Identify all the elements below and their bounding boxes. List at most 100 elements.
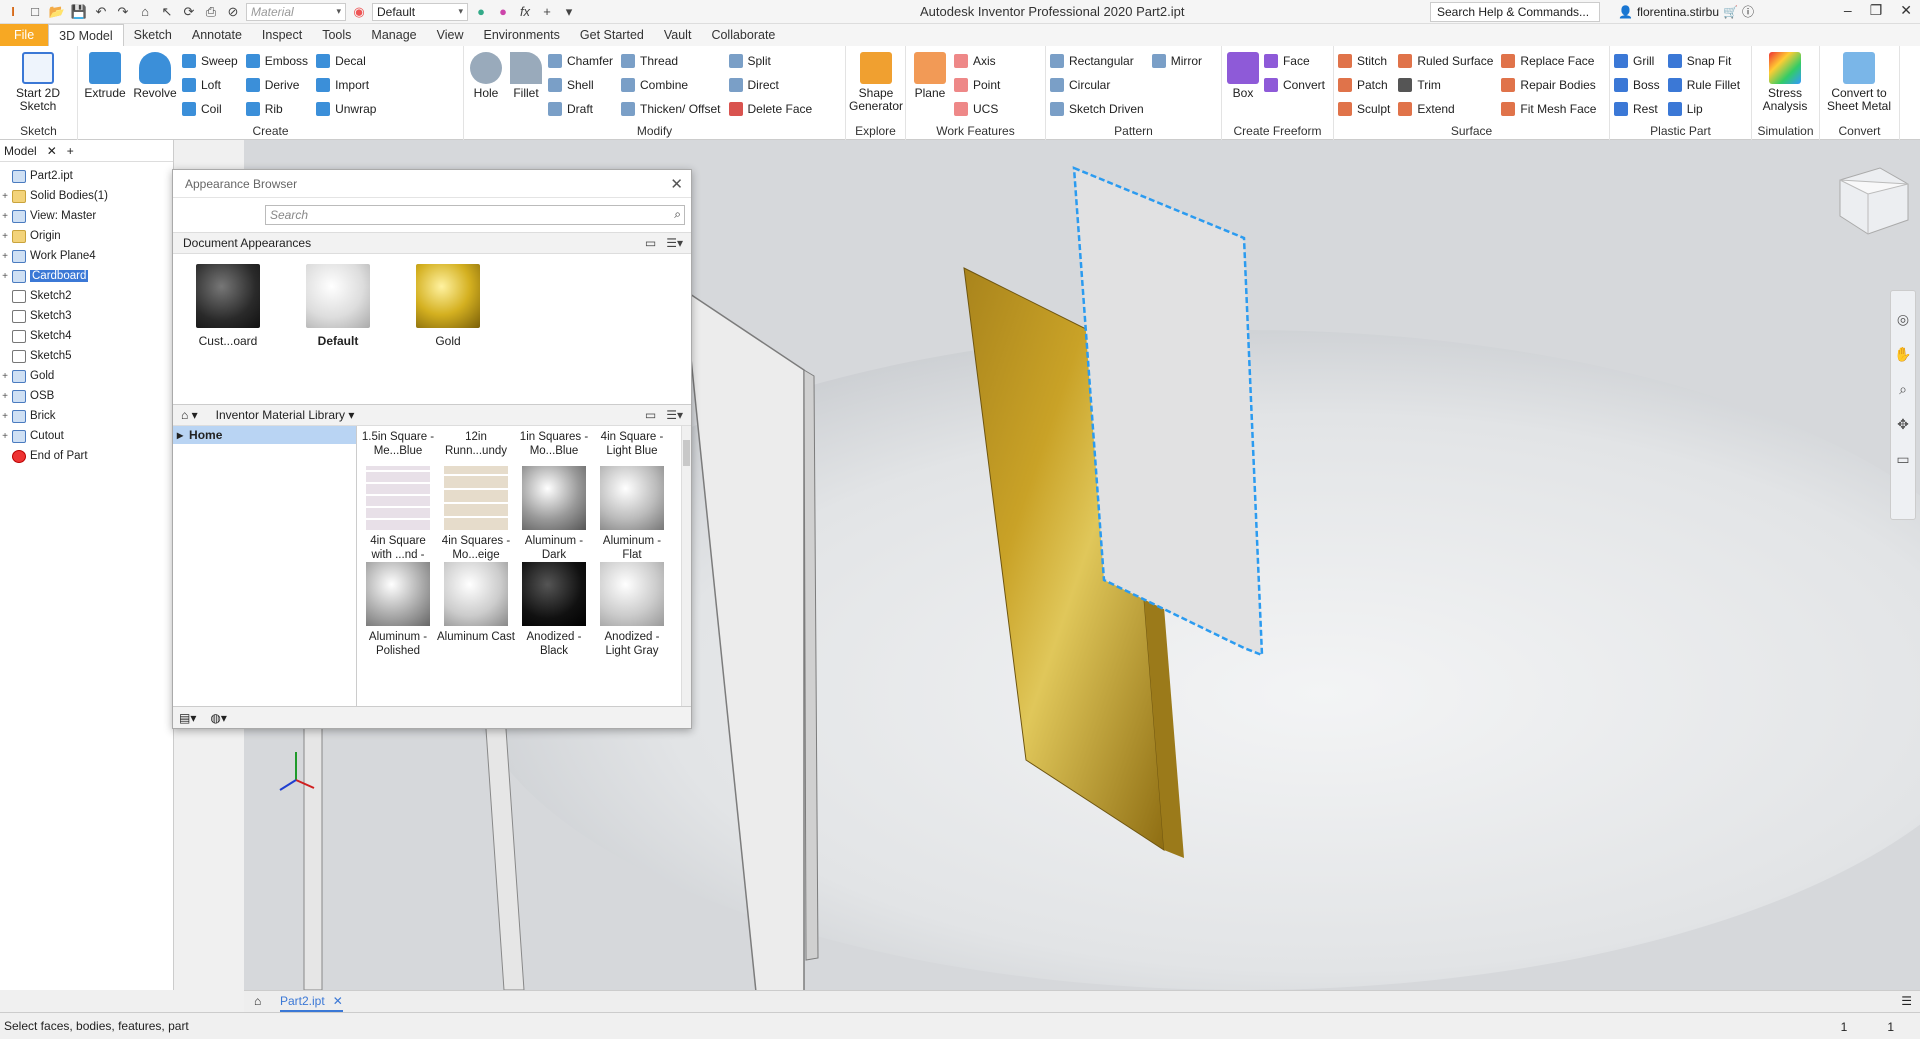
tree-node[interactable]: Sketch4 xyxy=(0,326,173,346)
sweep-button[interactable]: Sweep xyxy=(182,50,242,72)
home-icon[interactable]: ⌂ xyxy=(136,3,154,21)
split-button[interactable]: Split xyxy=(728,50,817,72)
tab-3d-model[interactable]: 3D Model xyxy=(48,24,124,46)
redo-icon[interactable]: ↷ xyxy=(114,3,132,21)
repair-bodies-button[interactable]: Repair Bodies xyxy=(1501,74,1600,96)
library-appearance-item[interactable]: 4in Square - Light Blue xyxy=(593,430,671,458)
fit-mesh-face-button[interactable]: Fit Mesh Face xyxy=(1501,98,1600,120)
adjust-icon[interactable]: ⊘ xyxy=(224,3,242,21)
library-home-node[interactable]: ▸ Home xyxy=(173,426,356,444)
close-icon[interactable]: ✕ xyxy=(47,144,57,158)
search-help-input[interactable]: Search Help & Commands... xyxy=(1430,2,1600,22)
coil-button[interactable]: Coil xyxy=(182,98,242,120)
restore-icon[interactable]: ❐ xyxy=(1870,2,1883,19)
replace-face-button[interactable]: Replace Face xyxy=(1501,50,1600,72)
expand-icon[interactable]: + xyxy=(0,211,10,222)
library-selector[interactable]: Inventor Material Library ▾ xyxy=(216,408,355,422)
view-toggle-icon[interactable]: ▭ xyxy=(645,236,656,250)
shell-button[interactable]: Shell xyxy=(548,74,617,96)
tab-tools[interactable]: Tools xyxy=(312,24,361,46)
tab-environments[interactable]: Environments xyxy=(473,24,569,46)
tab-collaborate[interactable]: Collaborate xyxy=(701,24,785,46)
document-tab[interactable]: Part2.ipt ✕ xyxy=(280,992,343,1012)
tab-vault[interactable]: Vault xyxy=(654,24,702,46)
expand-icon[interactable]: + xyxy=(0,271,10,282)
snap-fit-button[interactable]: Snap Fit xyxy=(1667,50,1744,72)
tab-file[interactable]: File xyxy=(0,24,49,46)
chamfer-button[interactable]: Chamfer xyxy=(548,50,617,72)
doc-appearance-gold[interactable]: Gold xyxy=(403,264,493,348)
point-button[interactable]: Point xyxy=(954,74,1004,96)
help-icon[interactable]: ⓘ xyxy=(1742,3,1754,20)
library-appearance-item[interactable]: 1in Squares - Mo...Blue xyxy=(515,430,593,458)
tree-node[interactable]: Sketch5 xyxy=(0,346,173,366)
tree-node[interactable]: + Brick xyxy=(0,406,173,426)
decal-button[interactable]: Decal xyxy=(316,50,380,72)
appearance-icon[interactable]: ◉ xyxy=(350,3,368,21)
library-scrollbar[interactable] xyxy=(681,426,691,706)
emboss-button[interactable]: Emboss xyxy=(245,50,312,72)
expand-icon[interactable]: + xyxy=(0,251,10,262)
tree-node[interactable]: + View: Master xyxy=(0,206,173,226)
library-appearance-item[interactable]: 1.5in Square - Me...Blue xyxy=(359,430,437,458)
close-icon[interactable]: ✕ xyxy=(333,994,343,1008)
stitch-button[interactable]: Stitch xyxy=(1338,50,1394,72)
minimize-icon[interactable]: – xyxy=(1844,2,1852,19)
library-appearance-item[interactable]: Aluminum - Polished xyxy=(359,562,437,658)
rule-fillet-button[interactable]: Rule Fillet xyxy=(1667,74,1744,96)
open-icon[interactable]: 📂 xyxy=(48,3,66,21)
appearance-search-input[interactable]: Search ⌕ xyxy=(265,205,685,225)
fx-icon[interactable]: fx xyxy=(516,3,534,21)
expand-icon[interactable]: + xyxy=(0,431,10,442)
close-icon[interactable]: ✕ xyxy=(1900,2,1912,19)
patch-button[interactable]: Patch xyxy=(1338,74,1394,96)
delete-face-button[interactable]: Delete Face xyxy=(728,98,817,120)
tabs-menu-icon[interactable]: ☰ xyxy=(1901,994,1912,1008)
print-icon[interactable]: ⎙ xyxy=(202,3,220,21)
adjust-appearance-icon[interactable]: ● xyxy=(472,3,490,21)
circular-button[interactable]: Circular xyxy=(1050,74,1148,96)
pan-icon[interactable]: ✋ xyxy=(1894,346,1911,363)
tree-node[interactable]: + Cardboard xyxy=(0,266,173,286)
boss-button[interactable]: Boss xyxy=(1614,74,1664,96)
ruled-surface-button[interactable]: Ruled Surface xyxy=(1398,50,1497,72)
scrollbar-thumb[interactable] xyxy=(683,440,690,466)
mirror-button[interactable]: Mirror xyxy=(1151,50,1206,72)
derive-button[interactable]: Derive xyxy=(245,74,312,96)
face-button[interactable]: Face xyxy=(1263,50,1329,72)
orbit-icon[interactable]: ✥ xyxy=(1897,416,1909,433)
library-appearance-item[interactable]: 4in Squares - Mo...eige xyxy=(437,466,515,562)
update-icon[interactable]: ⟳ xyxy=(180,3,198,21)
doc-appearance-cardboard[interactable]: Cust...oard xyxy=(183,264,273,348)
tab-view[interactable]: View xyxy=(427,24,474,46)
plus-icon[interactable]: + xyxy=(538,3,556,21)
rib-button[interactable]: Rib xyxy=(245,98,312,120)
library-appearance-item[interactable]: Aluminum Cast xyxy=(437,562,515,644)
import-button[interactable]: Import xyxy=(316,74,380,96)
rectangular-button[interactable]: Rectangular xyxy=(1050,50,1148,72)
model-tab[interactable]: Model xyxy=(4,144,37,158)
home-icon[interactable]: ⌂ ▾ xyxy=(181,408,198,422)
ucs-button[interactable]: UCS xyxy=(954,98,1004,120)
thread-button[interactable]: Thread xyxy=(621,50,724,72)
tree-node[interactable]: Part2.ipt xyxy=(0,166,173,186)
select-icon[interactable]: ↖ xyxy=(158,3,176,21)
list-view-icon[interactable]: ☰▾ xyxy=(666,408,683,422)
add-tab-icon[interactable]: + xyxy=(67,144,74,158)
trim-button[interactable]: Trim xyxy=(1398,74,1497,96)
app-logo-icon[interactable]: I xyxy=(4,3,22,21)
expand-icon[interactable]: + xyxy=(0,391,10,402)
home-icon[interactable]: ⌂ xyxy=(254,994,261,1008)
expand-icon[interactable]: ▸ xyxy=(177,428,183,442)
rest-button[interactable]: Rest xyxy=(1614,98,1664,120)
library-appearance-item[interactable]: 4in Square with ...nd - xyxy=(359,466,437,562)
sculpt-button[interactable]: Sculpt xyxy=(1338,98,1394,120)
combine-button[interactable]: Combine xyxy=(621,74,724,96)
convert-button[interactable]: Convert xyxy=(1263,74,1329,96)
new-icon[interactable]: □ xyxy=(26,3,44,21)
close-icon[interactable]: ✕ xyxy=(670,175,683,193)
search-icon[interactable]: ⌕ xyxy=(674,207,681,222)
lip-button[interactable]: Lip xyxy=(1667,98,1744,120)
tab-annotate[interactable]: Annotate xyxy=(182,24,252,46)
tree-node[interactable]: Sketch3 xyxy=(0,306,173,326)
